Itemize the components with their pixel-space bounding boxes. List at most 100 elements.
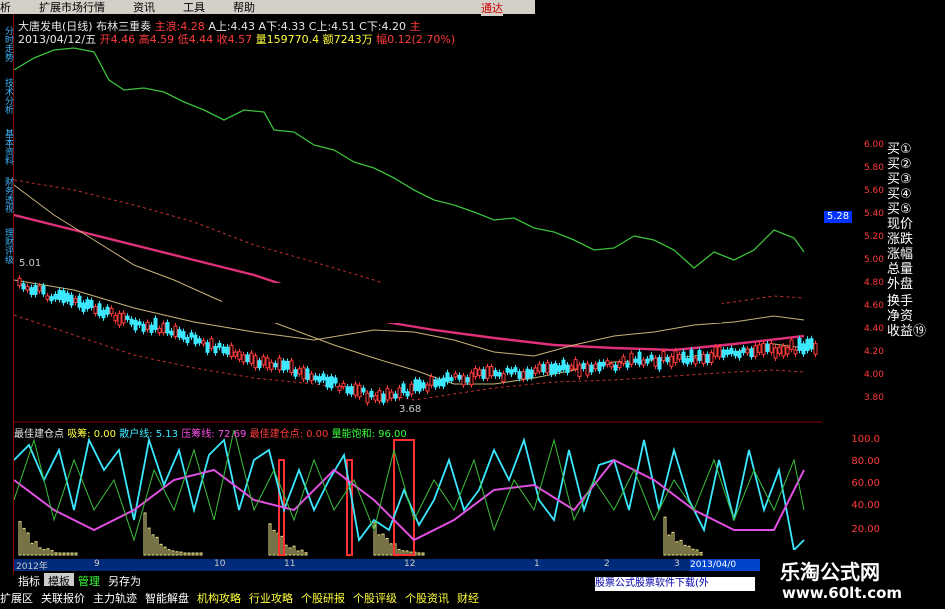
candle-body xyxy=(113,314,118,322)
tab-fundamentals[interactable]: 基本资料 xyxy=(0,126,13,168)
volume-bar xyxy=(377,534,381,556)
candle-body xyxy=(429,376,434,386)
volume-bar xyxy=(385,537,389,556)
candle-body xyxy=(461,375,466,386)
candle-body xyxy=(501,373,506,382)
indicator-header: 最佳建仓点 吸筹: 0.00 散户线: 5.13 压筹线: 72.69 最佳建仓… xyxy=(14,425,407,440)
bottom-item-news[interactable]: 个股资讯 xyxy=(405,590,449,606)
volume-bar xyxy=(280,535,284,556)
volume-bar xyxy=(683,544,687,556)
menu-item-ext-market[interactable]: 扩展市场行情 xyxy=(39,0,105,15)
candle-body xyxy=(77,295,82,308)
volume-bar xyxy=(268,523,272,556)
tab-technical[interactable]: 技术分析 xyxy=(0,72,13,120)
candle-body xyxy=(541,363,546,373)
candle-body xyxy=(149,324,154,333)
candle-body xyxy=(745,348,750,354)
candle-body xyxy=(137,321,142,326)
candle-body xyxy=(105,306,110,315)
menu-item-tools[interactable]: 工具 xyxy=(183,0,205,15)
indicator-sanhu: 散户线: 5.13 xyxy=(119,429,179,440)
bottom-item-ext[interactable]: 扩展区 xyxy=(0,590,33,606)
bottom-item-industry[interactable]: 行业攻略 xyxy=(249,590,293,606)
candle-body xyxy=(269,361,274,370)
bottom-item-finance[interactable]: 财经 xyxy=(457,590,479,606)
candle-body xyxy=(145,321,150,330)
candle-body xyxy=(741,347,746,353)
bottom-item-related[interactable]: 关联报价 xyxy=(41,590,85,606)
candle-body xyxy=(533,367,538,374)
candle-body xyxy=(381,393,386,403)
candle-body xyxy=(749,348,754,358)
candle-body xyxy=(557,365,562,372)
low-annotation: 3.68 xyxy=(399,404,421,415)
candle-body xyxy=(305,368,310,380)
candle-body xyxy=(329,376,334,389)
price-tick: 6.00 xyxy=(863,140,884,150)
tab-rating[interactable]: 理财评级 xyxy=(0,222,13,270)
menu-item-news[interactable]: 资讯 xyxy=(133,0,155,15)
volume-bar xyxy=(288,547,292,556)
indicator-xichou: 吸筹: 0.00 xyxy=(67,429,117,440)
candle-body xyxy=(169,330,174,336)
candle-body xyxy=(457,374,462,380)
tab-intraday[interactable]: 分时走势 xyxy=(0,24,13,64)
candle-body xyxy=(229,344,234,358)
menu-item-tongda[interactable]: 通达 xyxy=(481,0,503,16)
left-tab-strip: 分时走势 技术分析 基本资料 财务透视 理财评级 xyxy=(0,14,14,574)
volume-bar xyxy=(175,551,179,556)
promo-link[interactable]: 股票公式股票软件下载(外 xyxy=(595,577,755,591)
tab-indicator[interactable]: 指标 xyxy=(14,573,44,588)
price-tick: 5.40 xyxy=(863,209,884,219)
date-label: 10 xyxy=(214,559,226,569)
candle-body xyxy=(793,349,798,355)
candle-body xyxy=(605,360,610,366)
indicator-tick: 80.00 xyxy=(851,456,880,467)
candle-body xyxy=(93,306,98,314)
candle-body xyxy=(237,351,242,360)
price-tick: 4.60 xyxy=(863,301,884,311)
candle-body xyxy=(677,354,682,360)
volume-bar xyxy=(687,545,691,556)
candle-body xyxy=(153,317,158,330)
candle-body xyxy=(801,343,806,355)
candle-body xyxy=(637,351,642,365)
candle-body xyxy=(661,350,666,361)
volume-bar xyxy=(671,531,675,556)
tab-finance[interactable]: 财务透视 xyxy=(0,174,13,216)
candle-body xyxy=(593,363,598,370)
bottom-item-research[interactable]: 个股研报 xyxy=(301,590,345,606)
candle-body xyxy=(101,309,106,319)
candle-body xyxy=(609,363,614,368)
tab-template[interactable]: 模板 xyxy=(44,573,74,588)
candle-body xyxy=(385,387,390,401)
candle-body xyxy=(69,294,74,306)
candle-body xyxy=(181,331,186,340)
tab-manage[interactable]: 管理 xyxy=(74,573,104,588)
candle-body xyxy=(361,387,366,393)
volume-bar xyxy=(163,546,167,556)
bottom-item-rating[interactable]: 个股评级 xyxy=(353,590,397,606)
price-tick: 5.80 xyxy=(863,163,884,173)
candle-body xyxy=(285,360,290,370)
candle-body xyxy=(349,386,354,395)
candle-body xyxy=(669,355,674,367)
candle-body xyxy=(321,373,326,381)
volume-bar xyxy=(300,549,304,556)
tab-save-as[interactable]: 另存为 xyxy=(104,573,145,588)
candle-body xyxy=(765,343,770,352)
candle-body xyxy=(537,363,542,372)
volume-bar xyxy=(155,536,159,556)
candle-body xyxy=(633,358,638,363)
menu-item-analysis[interactable]: 析 xyxy=(0,0,11,15)
bottom-item-institution[interactable]: 机构攻略 xyxy=(197,590,241,606)
menu-item-help[interactable]: 帮助 xyxy=(233,0,255,15)
candle-body xyxy=(717,346,722,358)
candle-body xyxy=(141,323,146,332)
candle-body xyxy=(61,290,66,304)
candle-body xyxy=(373,395,378,401)
bottom-item-smart[interactable]: 智能解盘 xyxy=(145,590,189,606)
candle-body xyxy=(41,285,46,295)
watermark-url: www.60lt.com xyxy=(782,584,903,602)
bottom-item-main-track[interactable]: 主力轨迹 xyxy=(93,590,137,606)
